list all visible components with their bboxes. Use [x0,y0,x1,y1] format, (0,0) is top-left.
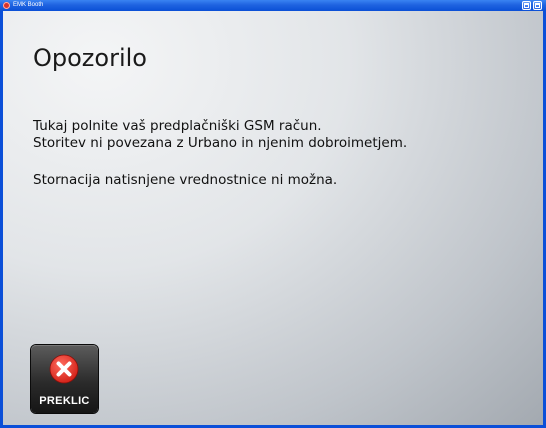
cancel-button[interactable]: PREKLIC [31,345,98,413]
title-bar[interactable]: EMK Booth [0,0,546,11]
cancel-button-label: PREKLIC [39,395,90,407]
page-title: Opozorilo [33,44,147,72]
restore-icon [524,3,529,8]
close-circle-icon [49,354,79,384]
notice-line-3: Stornacija natisnjene vrednostnice ni mo… [33,172,338,188]
app-icon [3,2,10,9]
notice-line-1: Tukaj polnite vaš predplačniški GSM raču… [33,118,322,134]
content-panel: Opozorilo Tukaj polnite vaš predplačnišk… [3,11,543,425]
maximize-icon [535,3,540,8]
restore-window-button[interactable] [522,1,531,10]
app-window: EMK Booth Opozorilo Tukaj polnite vaš pr… [0,0,546,428]
notice-line-2: Storitev ni povezana z Urbano in njenim … [33,135,408,151]
maximize-window-button[interactable] [533,1,542,10]
window-title: EMK Booth [13,2,44,8]
